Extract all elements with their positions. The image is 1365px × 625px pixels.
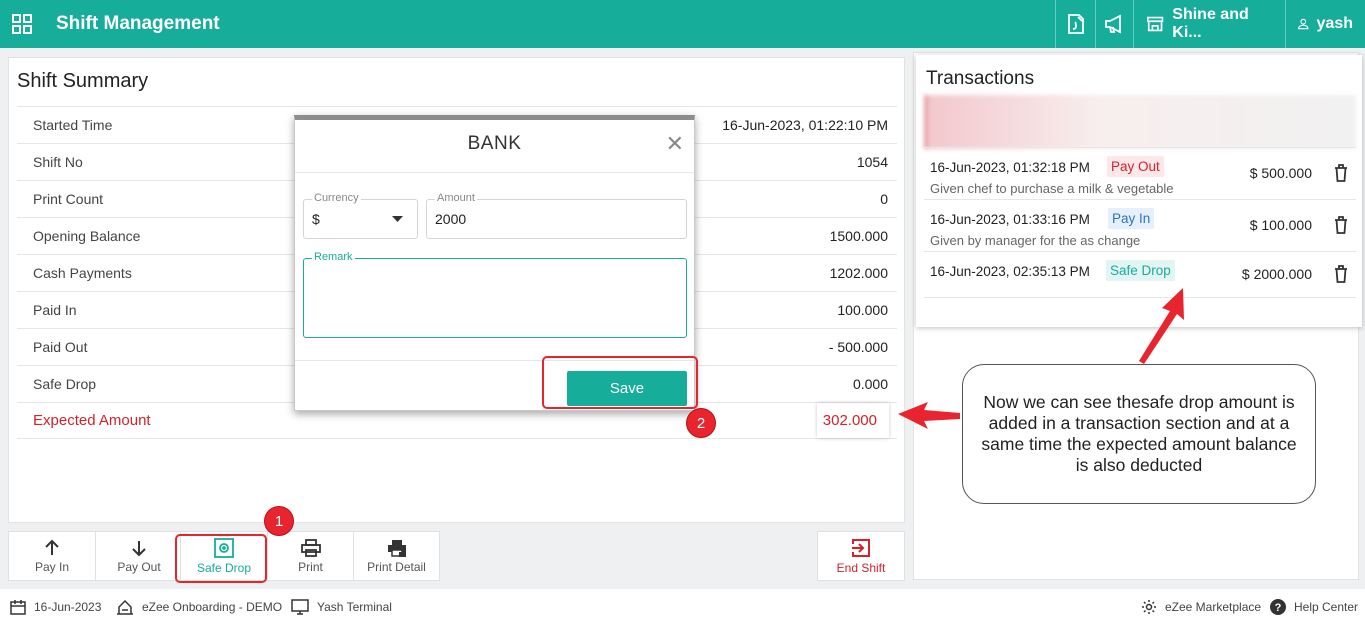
marketplace-link[interactable]: eZee Marketplace	[1141, 599, 1261, 615]
monitor-icon	[291, 599, 309, 615]
svg-text:?: ?	[1275, 602, 1282, 614]
footer-property-text: eZee Onboarding - DEMO	[142, 600, 283, 614]
help-center-link[interactable]: ? Help Center	[1270, 599, 1358, 615]
footer-property: eZee Onboarding - DEMO	[116, 599, 282, 615]
annotation-arrows	[898, 288, 1184, 429]
arrow-to-expected-amount	[898, 402, 960, 429]
calendar-icon	[10, 600, 26, 615]
status-footer: 16-Jun-2023 eZee Onboarding - DEMO Yash …	[0, 589, 1365, 625]
help-center-label: Help Center	[1294, 600, 1359, 614]
arrow-to-safe-drop-transaction	[1139, 288, 1184, 364]
help-icon: ?	[1270, 599, 1286, 615]
footer-date: 16-Jun-2023	[10, 599, 101, 615]
marketplace-label: eZee Marketplace	[1165, 600, 1262, 614]
footer-date-text: 16-Jun-2023	[34, 600, 102, 614]
hotel-icon	[117, 599, 133, 615]
gear-icon	[1142, 600, 1156, 614]
annotation-callout: Now we can see thesafe drop amount is ad…	[962, 364, 1316, 504]
footer-terminal-text: Yash Terminal	[317, 600, 392, 614]
footer-terminal: Yash Terminal	[291, 599, 392, 615]
